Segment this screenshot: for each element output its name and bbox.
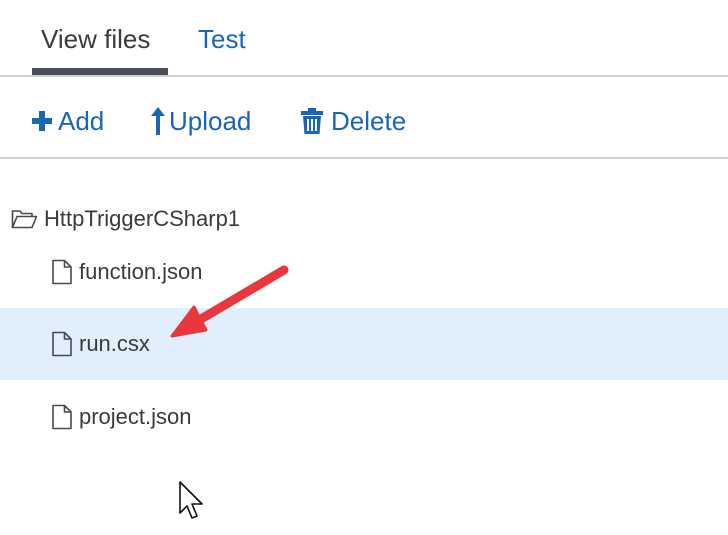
- file-icon: [51, 259, 73, 285]
- tab-view-files[interactable]: View files: [41, 22, 150, 56]
- tab-test[interactable]: Test: [198, 22, 246, 56]
- delete-button[interactable]: Delete: [301, 104, 406, 138]
- file-icon: [51, 404, 73, 430]
- upload-button[interactable]: Upload: [150, 104, 251, 138]
- folder-label: HttpTriggerCSharp1: [44, 206, 241, 231]
- mouse-pointer-icon: [179, 481, 203, 519]
- arrow-up-icon: [150, 107, 166, 135]
- file-label: function.json: [79, 259, 203, 284]
- add-button[interactable]: Add: [31, 104, 104, 138]
- file-item-function-json[interactable]: function.json: [0, 236, 728, 308]
- file-label: run.csx: [79, 331, 150, 356]
- file-label: project.json: [79, 404, 192, 429]
- active-tab-indicator: [32, 68, 168, 75]
- plus-icon: [31, 110, 53, 132]
- upload-button-label: Upload: [169, 105, 252, 136]
- delete-button-label: Delete: [331, 105, 407, 136]
- file-item-project-json[interactable]: project.json: [0, 381, 728, 453]
- file-icon: [51, 331, 73, 357]
- folder-open-icon: [11, 209, 38, 229]
- trash-icon: [301, 108, 323, 134]
- tab-bar: View files Test: [0, 0, 728, 77]
- add-button-label: Add: [58, 105, 105, 136]
- file-item-run-csx[interactable]: run.csx: [0, 308, 728, 380]
- file-toolbar: Add Upload Delete: [0, 77, 728, 159]
- file-explorer-panel: View files Test Add Upload Delete HttpTr…: [0, 0, 728, 535]
